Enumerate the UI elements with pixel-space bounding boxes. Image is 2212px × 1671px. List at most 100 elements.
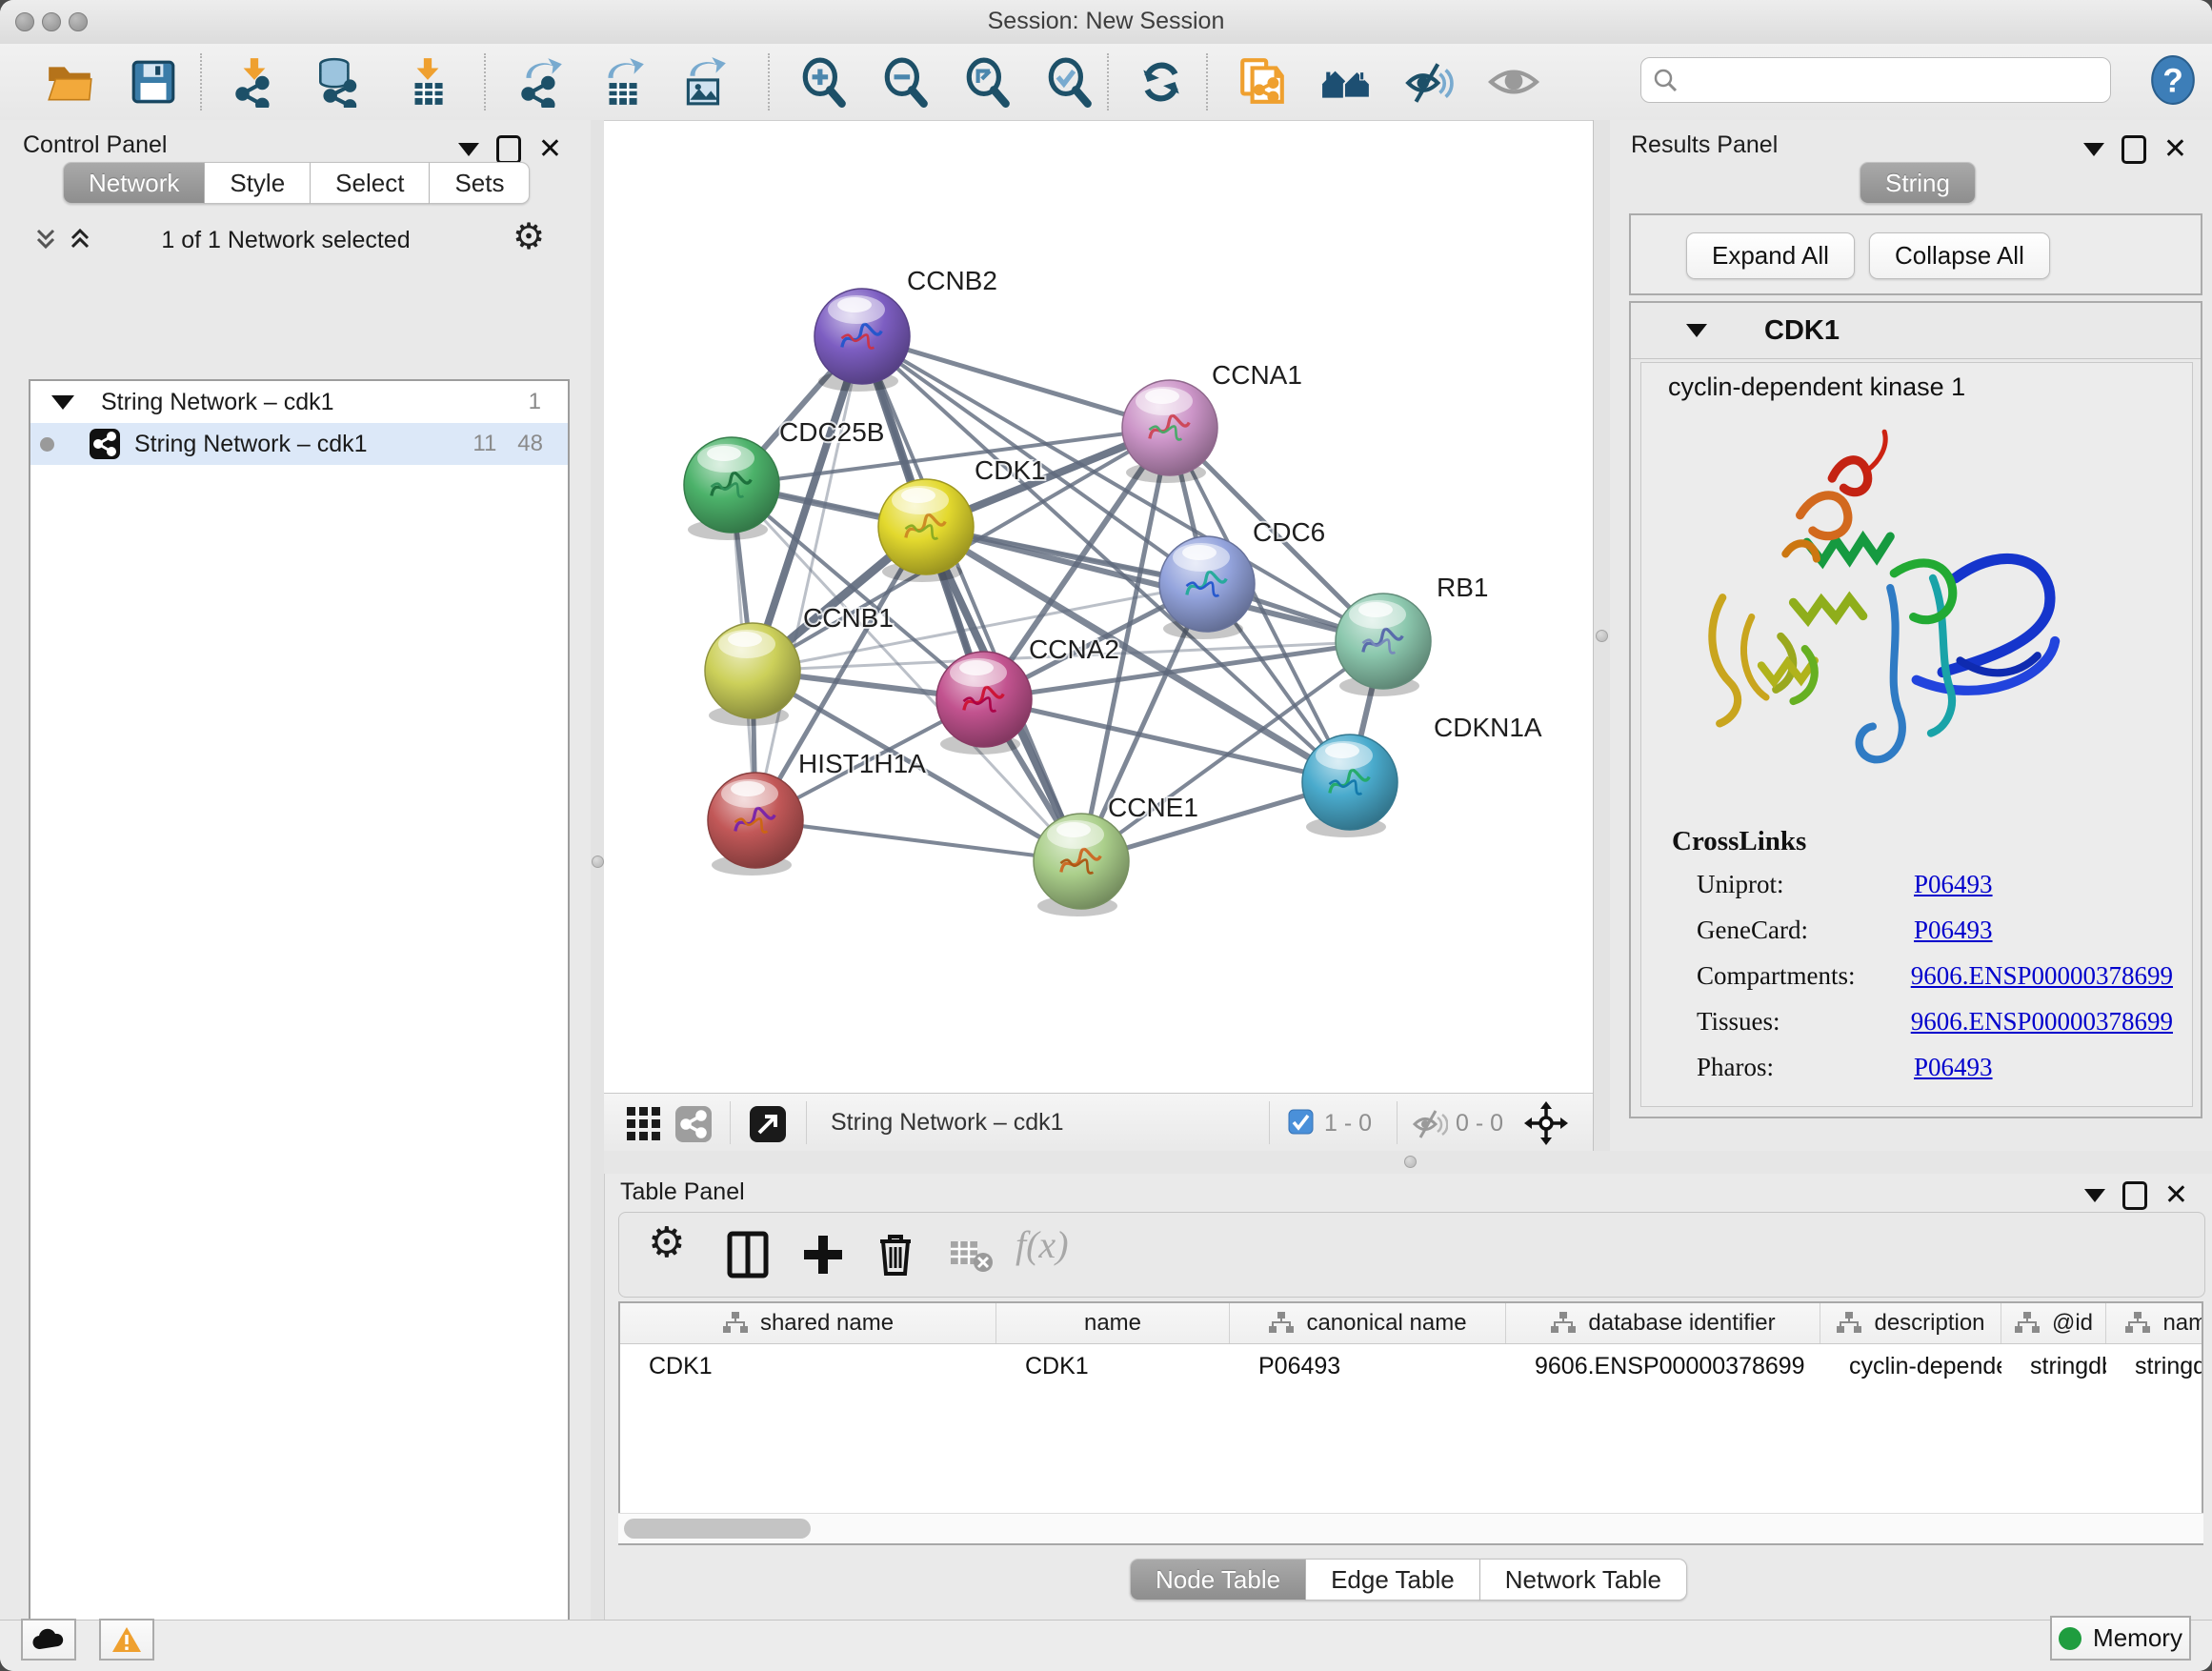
splitter-handle[interactable] bbox=[1404, 1156, 1417, 1168]
tab-network[interactable]: Network bbox=[63, 162, 205, 204]
detach-view-icon[interactable] bbox=[749, 1105, 787, 1143]
control-panel-splitter[interactable] bbox=[591, 120, 605, 1620]
duplicate-network-icon[interactable] bbox=[1237, 56, 1288, 108]
toolbar-separator bbox=[484, 53, 486, 111]
zoom-in-icon[interactable] bbox=[798, 56, 850, 108]
network-label: String Network – cdk1 bbox=[134, 431, 368, 458]
search-input[interactable] bbox=[1685, 66, 2110, 94]
table-row[interactable]: CDK1CDK1P064939606.ENSP00000378699cyclin… bbox=[620, 1344, 2202, 1388]
export-image-icon[interactable] bbox=[678, 56, 730, 108]
results-panel-close-icon[interactable]: ✕ bbox=[2163, 138, 2187, 161]
shared-column-icon bbox=[722, 1311, 749, 1336]
node-table: shared namenamecanonical namedatabase id… bbox=[618, 1301, 2203, 1545]
control-panel-menu-icon[interactable] bbox=[458, 143, 479, 156]
network-view-icon[interactable] bbox=[674, 1105, 713, 1143]
results-panel-menu-icon[interactable] bbox=[2083, 143, 2104, 156]
table-panel-menu-icon[interactable] bbox=[2084, 1189, 2105, 1202]
crosslinks-list: Uniprot:P06493GeneCard:P06493Compartment… bbox=[1697, 870, 2173, 1098]
table-panel-float-icon[interactable] bbox=[2122, 1181, 2147, 1210]
warning-status-button[interactable] bbox=[99, 1619, 154, 1661]
scrollbar-thumb[interactable] bbox=[624, 1519, 811, 1539]
table-options-gear-icon[interactable]: ⚙ bbox=[648, 1218, 701, 1272]
crosslink-link[interactable]: P06493 bbox=[1914, 916, 1993, 945]
crosslink-label: Compartments: bbox=[1697, 961, 1911, 991]
cloud-status-button[interactable] bbox=[21, 1619, 76, 1661]
crosslink-link[interactable]: P06493 bbox=[1914, 1053, 1993, 1082]
export-network-icon[interactable] bbox=[514, 56, 566, 108]
control-panel: Control Panel ✕ NetworkStyleSelectSets 1… bbox=[0, 120, 591, 1620]
cloud-icon bbox=[30, 1626, 67, 1653]
column-header-database-identifier[interactable]: database identifier bbox=[1506, 1303, 1820, 1343]
column-header-description[interactable]: description bbox=[1820, 1303, 2001, 1343]
table-tabs: Node TableEdge TableNetwork Table bbox=[1130, 1559, 1687, 1601]
tab-sets[interactable]: Sets bbox=[430, 162, 530, 204]
network-selection-status: 1 of 1 Network selected bbox=[114, 227, 457, 254]
open-session-icon[interactable] bbox=[44, 56, 95, 108]
selected-checkbox-icon[interactable] bbox=[1288, 1109, 1314, 1135]
hide-panel-eye-slash-icon[interactable] bbox=[1404, 56, 1456, 108]
control-panel-close-icon[interactable]: ✕ bbox=[538, 138, 562, 161]
string-home-icon[interactable] bbox=[1320, 56, 1372, 108]
import-network-icon[interactable] bbox=[229, 56, 280, 108]
expand-all-button[interactable]: Expand All bbox=[1686, 232, 1855, 279]
function-builder-icon[interactable]: f(x) bbox=[1016, 1222, 1069, 1276]
splitter-handle[interactable] bbox=[1596, 630, 1608, 642]
column-header--id[interactable]: @id bbox=[2001, 1303, 2106, 1343]
entry-header[interactable]: CDK1 bbox=[1631, 303, 2201, 359]
tab-network-table[interactable]: Network Table bbox=[1480, 1559, 1687, 1601]
show-panel-eye-icon[interactable] bbox=[1488, 56, 1539, 108]
table-horizontal-scrollbar[interactable] bbox=[618, 1513, 2203, 1543]
results-panel-float-icon[interactable] bbox=[2122, 135, 2146, 164]
crosslink-row: Pharos:P06493 bbox=[1697, 1053, 2173, 1082]
add-column-icon[interactable] bbox=[796, 1228, 850, 1281]
crosslink-link[interactable]: P06493 bbox=[1914, 870, 1993, 899]
tab-node-table[interactable]: Node Table bbox=[1130, 1559, 1306, 1601]
refresh-icon[interactable] bbox=[1136, 56, 1187, 108]
network-edge-CCNB2-HIST1H1A[interactable] bbox=[755, 336, 862, 820]
crosslink-link[interactable]: 9606.ENSP00000378699 bbox=[1911, 1007, 2173, 1037]
entry-expander-icon[interactable] bbox=[1686, 324, 1707, 337]
table-panel-close-icon[interactable]: ✕ bbox=[2164, 1184, 2188, 1207]
column-header-shared-name[interactable]: shared name bbox=[620, 1303, 996, 1343]
tab-string[interactable]: String bbox=[1860, 162, 1976, 204]
import-network-from-database-icon[interactable] bbox=[312, 56, 364, 108]
save-session-icon[interactable] bbox=[128, 56, 179, 108]
fit-content-crosshair-icon[interactable] bbox=[1524, 1101, 1568, 1145]
network-edge-HIST1H1A-CCNE1[interactable] bbox=[755, 820, 1081, 861]
help-icon[interactable]: ? bbox=[2147, 54, 2199, 106]
tab-select[interactable]: Select bbox=[311, 162, 430, 204]
memory-button[interactable]: Memory bbox=[2050, 1616, 2191, 1661]
network-list: String Network – cdk1 1 String Network –… bbox=[29, 379, 570, 1671]
toolbar-search bbox=[1640, 57, 2111, 103]
collapse-all-button[interactable]: Collapse All bbox=[1869, 232, 2050, 279]
delete-column-trash-icon[interactable] bbox=[869, 1228, 922, 1281]
network-list-options-gear-icon[interactable]: ⚙ bbox=[513, 215, 545, 257]
crosslink-link[interactable]: 9606.ENSP00000378699 bbox=[1911, 961, 2173, 991]
network-canvas[interactable]: CCNB2CCNA1CDC25BCDK1CDC6RB1CCNB1CCNA2CDK… bbox=[604, 120, 1593, 1094]
delete-table-icon[interactable] bbox=[945, 1228, 998, 1281]
expand-all-tree-icon[interactable] bbox=[67, 225, 93, 258]
hidden-eye-slash-icon[interactable] bbox=[1412, 1106, 1448, 1142]
table-panel-title: Table Panel bbox=[620, 1178, 745, 1206]
show-columns-icon[interactable] bbox=[722, 1228, 775, 1281]
column-header-name[interactable]: name bbox=[996, 1303, 1230, 1343]
birds-eye-view-icon[interactable] bbox=[625, 1105, 663, 1143]
control-panel-float-icon[interactable] bbox=[496, 135, 521, 164]
zoom-out-icon[interactable] bbox=[880, 56, 932, 108]
table-cell: stringdb:9... bbox=[2001, 1353, 2106, 1380]
network-row-selected[interactable]: String Network – cdk1 11 48 bbox=[30, 423, 568, 465]
export-table-icon[interactable] bbox=[596, 56, 648, 108]
zoom-fit-icon[interactable] bbox=[962, 56, 1014, 108]
network-node-label-CCNB2: CCNB2 bbox=[907, 266, 997, 295]
network-collection-row[interactable]: String Network – cdk1 1 bbox=[30, 381, 568, 423]
tab-style[interactable]: Style bbox=[205, 162, 311, 204]
tab-edge-table[interactable]: Edge Table bbox=[1306, 1559, 1480, 1601]
import-table-icon[interactable] bbox=[402, 56, 453, 108]
collection-expander-icon[interactable] bbox=[51, 395, 74, 410]
table-cell: CDK1 bbox=[620, 1353, 996, 1380]
column-header-canonical-name[interactable]: canonical name bbox=[1230, 1303, 1506, 1343]
zoom-selected-icon[interactable] bbox=[1044, 56, 1096, 108]
splitter-handle[interactable] bbox=[592, 856, 604, 868]
collapse-all-tree-icon[interactable] bbox=[32, 225, 59, 258]
column-header-namespace[interactable]: namespace bbox=[2106, 1303, 2203, 1343]
